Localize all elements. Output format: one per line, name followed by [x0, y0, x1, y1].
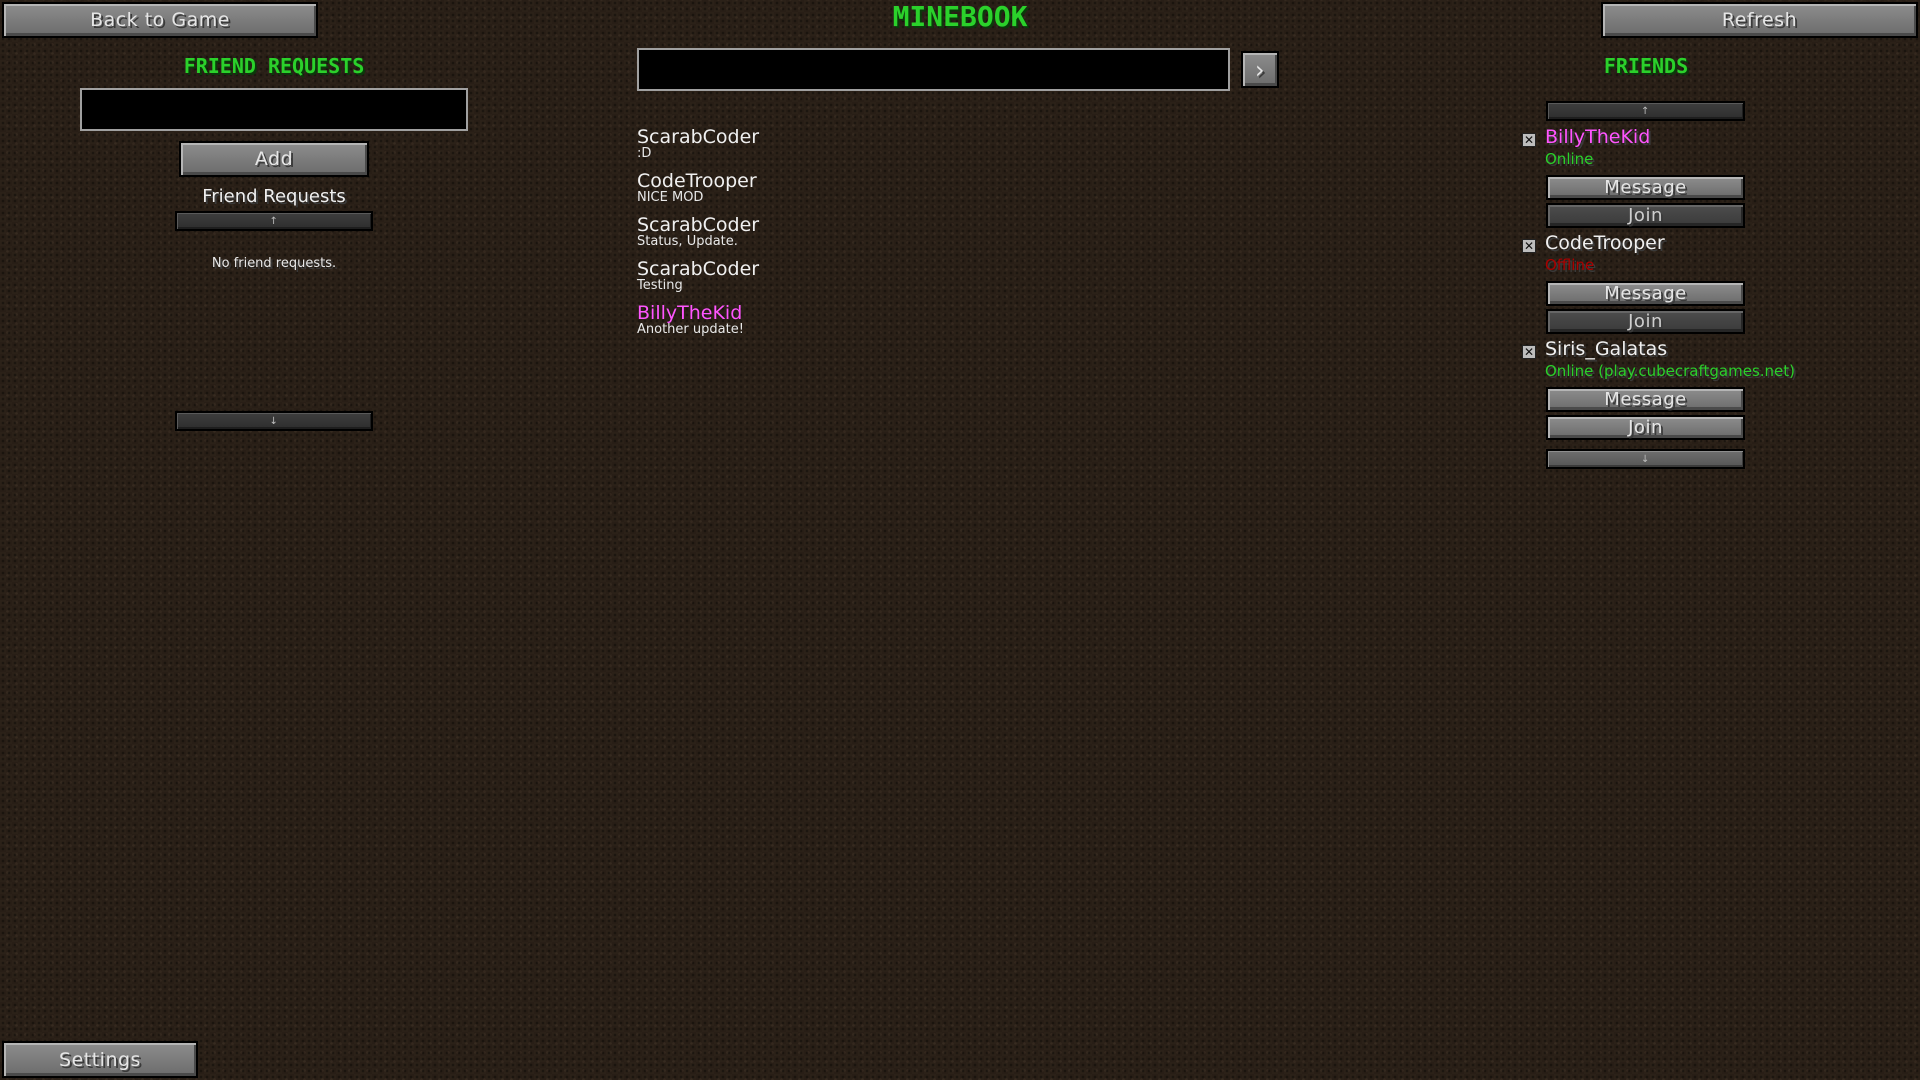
feed-post-author: ScarabCoder	[637, 258, 760, 280]
friends-scroll-down-button[interactable]: ↓	[1546, 449, 1745, 469]
friend-name: Siris_Galatas	[1545, 338, 1668, 360]
join-friend-button[interactable]: Join	[1546, 203, 1745, 228]
feed-post: ScarabCoder :D	[637, 127, 759, 161]
friend-status: Offline	[1545, 256, 1595, 274]
feed-post: BillyTheKid Another update!	[637, 303, 744, 337]
friend-name: BillyTheKid	[1545, 126, 1651, 148]
remove-friend-checkbox[interactable]: ✕	[1522, 345, 1536, 359]
friends-heading: FRIENDS	[1603, 54, 1689, 78]
feed-post-author: CodeTrooper	[637, 170, 757, 192]
message-friend-button[interactable]: Message	[1546, 175, 1745, 200]
friend-requests-scroll-up-button[interactable]: ↑	[175, 211, 373, 231]
friend-status: Online	[1545, 150, 1594, 168]
message-friend-button[interactable]: Message	[1546, 387, 1745, 412]
friends-scroll-up-button[interactable]: ↑	[1546, 101, 1745, 121]
back-to-game-button[interactable]: Back to Game	[2, 2, 318, 38]
join-friend-button[interactable]: Join	[1546, 309, 1745, 334]
friend-requests-list-title: Friend Requests	[202, 186, 346, 207]
remove-friend-checkbox[interactable]: ✕	[1522, 239, 1536, 253]
message-friend-button[interactable]: Message	[1546, 281, 1745, 306]
feed-post: ScarabCoder Status, Update.	[637, 215, 759, 249]
status-input[interactable]	[637, 48, 1230, 91]
feed-post-author: ScarabCoder	[637, 214, 760, 236]
add-friend-button[interactable]: Add	[179, 141, 369, 177]
feed-post-status: NICE MOD	[637, 190, 704, 205]
page-title: MINEBOOK	[892, 0, 1028, 33]
feed-post: CodeTrooper NICE MOD	[637, 171, 757, 205]
settings-button[interactable]: Settings	[2, 1041, 198, 1078]
feed-post-status: Testing	[637, 278, 683, 293]
refresh-button[interactable]: Refresh	[1601, 2, 1918, 38]
friend-requests-empty-text: No friend requests.	[211, 256, 337, 271]
friend-requests-scroll-down-button[interactable]: ↓	[175, 411, 373, 431]
friend-status: Online (play.cubecraftgames.net)	[1545, 362, 1796, 380]
friend-requests-heading: FRIEND REQUESTS	[183, 54, 365, 78]
post-status-button[interactable]: ›	[1241, 51, 1279, 88]
feed-post-status: :D	[637, 146, 652, 161]
feed-post-status: Another update!	[637, 322, 744, 337]
feed-post-status: Status, Update.	[637, 234, 738, 249]
feed-post-author: BillyTheKid	[637, 302, 743, 324]
feed-post-author: ScarabCoder	[637, 126, 760, 148]
join-friend-button[interactable]: Join	[1546, 415, 1745, 440]
remove-friend-checkbox[interactable]: ✕	[1522, 133, 1536, 147]
feed-post: ScarabCoder Testing	[637, 259, 759, 293]
friend-name: CodeTrooper	[1545, 232, 1665, 254]
friend-request-input[interactable]	[80, 88, 468, 131]
